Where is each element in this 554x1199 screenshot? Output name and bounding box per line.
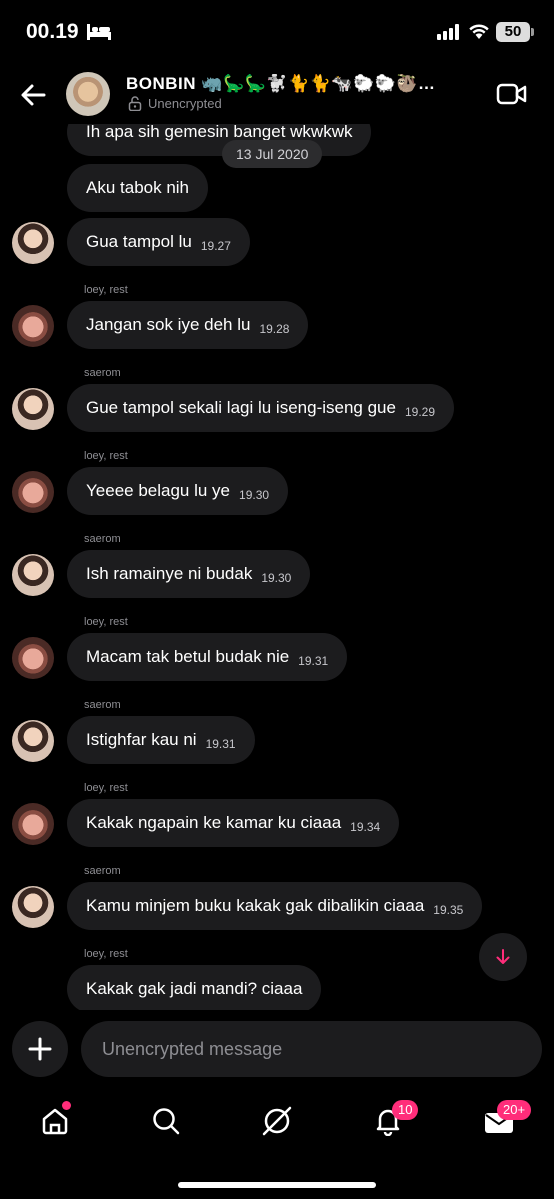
message-bubble[interactable]: Istighfar kau ni 19.31 xyxy=(67,716,255,764)
scroll-to-bottom-button[interactable] xyxy=(479,933,527,981)
compass-icon xyxy=(262,1106,292,1136)
home-indicator xyxy=(178,1182,376,1188)
search-icon xyxy=(153,1108,180,1135)
status-bar: 00.19 50 xyxy=(0,0,554,64)
unlocked-icon xyxy=(128,96,142,111)
message-bubble[interactable]: Jangan sok iye deh lu 19.28 xyxy=(67,301,309,349)
chat-title[interactable]: BONBIN 🦏🦕🦕🐩🐈🐈🐄🐑🐑🦥… xyxy=(126,74,471,94)
message-time: 19.28 xyxy=(259,322,290,336)
battery-level: 50 xyxy=(496,22,530,42)
sender-name: saerom xyxy=(84,367,121,379)
message-bubble[interactable]: Kamu minjem buku kakak gak dibalikin cia… xyxy=(67,882,483,930)
cellular-signal-icon xyxy=(437,24,459,40)
encryption-label: Unencrypted xyxy=(148,96,222,111)
sender-name: loey, rest xyxy=(84,450,128,462)
home-notification-dot xyxy=(62,1101,71,1110)
message-time: 19.30 xyxy=(239,488,270,502)
sender-avatar[interactable] xyxy=(12,637,54,679)
date-separator: 13 Jul 2020 xyxy=(222,140,323,168)
message-text: Aku tabok nih xyxy=(86,178,190,197)
sender-avatar[interactable] xyxy=(12,720,54,762)
plus-icon xyxy=(28,1037,52,1061)
message-time: 19.31 xyxy=(298,654,329,668)
sleep-focus-icon xyxy=(87,24,111,40)
message-text: Istighfar kau ni xyxy=(86,730,197,749)
message-text: Jangan sok iye deh lu xyxy=(86,315,251,334)
group-avatar[interactable] xyxy=(66,72,110,116)
message-time: 19.35 xyxy=(433,903,464,917)
sender-avatar[interactable] xyxy=(12,471,54,513)
sender-avatar[interactable] xyxy=(12,305,54,347)
sender-avatar[interactable] xyxy=(12,886,54,928)
battery-cap xyxy=(531,28,534,36)
message-time: 19.31 xyxy=(205,737,236,751)
sender-name: loey, rest xyxy=(84,616,128,628)
message-input[interactable]: Unencrypted message xyxy=(81,1021,542,1077)
sender-name: saerom xyxy=(84,533,121,545)
message-bubble[interactable]: Kakak gak jadi mandi? ciaaa xyxy=(67,965,322,1010)
status-time: 00.19 xyxy=(26,20,79,43)
attach-button[interactable] xyxy=(12,1021,68,1077)
chat-header: BONBIN 🦏🦕🦕🐩🐈🐈🐄🐑🐑🦥… Unencrypted xyxy=(0,66,554,124)
sender-name: saerom xyxy=(84,699,121,711)
message-bubble[interactable]: Macam tak betul budak nie 19.31 xyxy=(67,633,348,681)
message-text: Kamu minjem buku kakak gak dibalikin cia… xyxy=(86,896,425,915)
nav-search[interactable] xyxy=(149,1104,183,1138)
sender-avatar[interactable] xyxy=(12,222,54,264)
message-list[interactable]: Ih apa sih gemesin banget wkwkwk 13 Jul … xyxy=(0,124,554,1010)
back-arrow-icon[interactable] xyxy=(18,80,48,110)
message-bubble[interactable]: Ish ramainye ni budak 19.30 xyxy=(67,550,311,598)
message-time: 19.29 xyxy=(404,405,435,419)
message-text: Ih apa sih gemesin banget wkwkwk xyxy=(86,124,353,141)
message-bubble[interactable]: Gua tampol lu 19.27 xyxy=(67,218,250,266)
encryption-status: Unencrypted xyxy=(128,96,222,111)
message-bubble[interactable]: Aku tabok nih xyxy=(67,164,209,212)
message-bubble[interactable]: Kakak ngapain ke kamar ku ciaaa 19.34 xyxy=(67,799,400,847)
message-bubble[interactable]: Gue tampol sekali lagi lu iseng-iseng gu… xyxy=(67,384,454,432)
message-text: Macam tak betul budak nie xyxy=(86,647,290,666)
sender-avatar[interactable] xyxy=(12,554,54,596)
message-text: Kakak ngapain ke kamar ku ciaaa xyxy=(86,813,342,832)
sender-name: loey, rest xyxy=(84,948,128,960)
message-bubble[interactable]: Yeeee belagu lu ye 19.30 xyxy=(67,467,289,515)
wifi-icon xyxy=(469,24,489,39)
arrow-down-icon xyxy=(496,949,510,964)
message-text: Yeeee belagu lu ye xyxy=(86,481,231,500)
nav-explore[interactable] xyxy=(260,1104,294,1138)
home-icon xyxy=(42,1108,68,1135)
message-bubble[interactable]: Ih apa sih gemesin banget wkwkwk xyxy=(67,124,372,156)
sender-name: loey, rest xyxy=(84,782,128,794)
sender-name: loey, rest xyxy=(84,284,128,296)
sender-avatar[interactable] xyxy=(12,388,54,430)
message-time: 19.30 xyxy=(261,571,292,585)
message-text: Ish ramainye ni budak xyxy=(86,564,253,583)
notifications-badge: 10 xyxy=(392,1100,419,1120)
video-call-icon[interactable] xyxy=(496,82,528,106)
message-text: Kakak gak jadi mandi? ciaaa xyxy=(86,979,303,998)
inbox-badge: 20+ xyxy=(497,1100,532,1120)
message-text: Gua tampol lu xyxy=(86,232,192,251)
sender-name: saerom xyxy=(84,865,121,877)
message-time: 19.27 xyxy=(200,239,231,253)
sender-avatar[interactable] xyxy=(12,803,54,845)
message-text: Gue tampol sekali lagi lu iseng-iseng gu… xyxy=(86,398,396,417)
message-time: 19.34 xyxy=(350,820,381,834)
